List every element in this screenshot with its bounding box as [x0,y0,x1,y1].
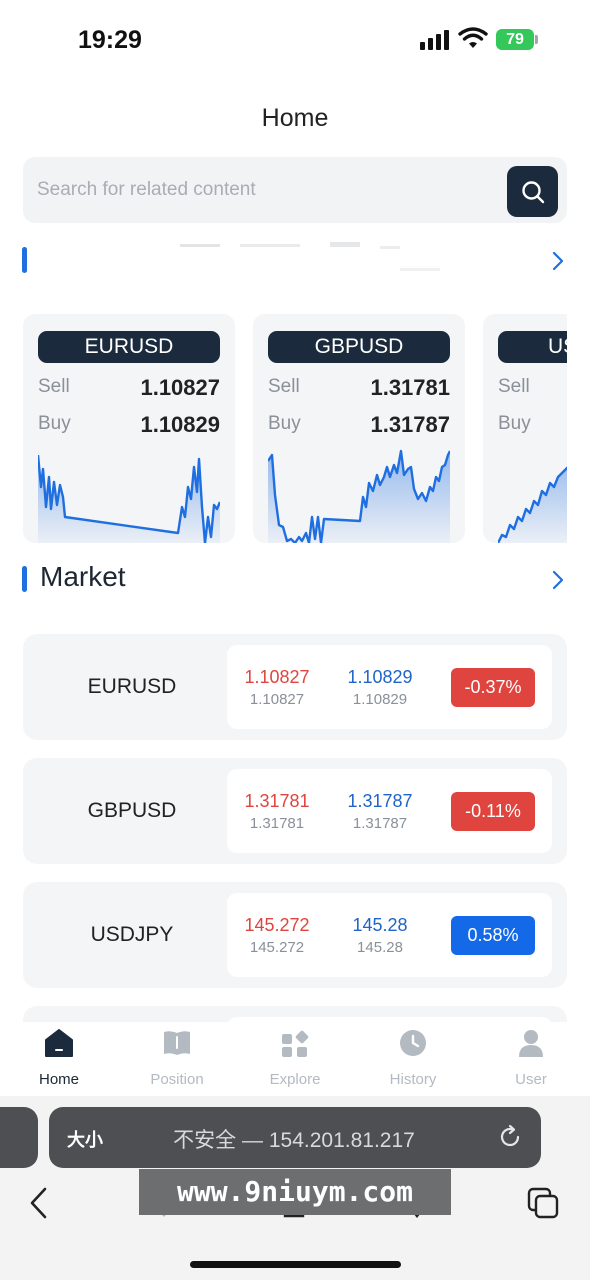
market-symbol: EURUSD [87,675,177,698]
sell-price: 1.31781 [370,375,450,400]
market-row-gbpusd[interactable]: GBPUSD 1.31781 1.31781 1.31787 1.31787 -… [23,758,567,864]
pair-symbol: EURUSD [38,331,220,363]
sell-price-sub: 1.31781 [249,815,305,832]
sell-label: Sell [268,376,300,397]
clock-icon [400,1030,426,1056]
buy-label: Buy [268,413,301,434]
tab-label: History [389,1071,437,1088]
tab-history[interactable]: History [354,1022,472,1096]
banner-blurred-text [40,240,540,276]
watermark: www.9niuym.com [139,1169,451,1215]
user-icon [519,1030,543,1057]
status-bar: 19:29 79 [0,0,590,80]
banner-more-chevron-icon[interactable] [548,250,568,272]
previous-tab-stub[interactable] [0,1107,38,1168]
buy-price: 145.28 [352,915,408,935]
buy-price-sub: 1.31787 [352,815,408,832]
tab-label: Home [38,1071,79,1088]
market-symbol: GBPUSD [87,799,177,822]
search-input[interactable] [37,170,497,210]
page-title: Home [261,104,329,132]
banner-accent-bar [22,247,27,273]
tabs-overview-icon[interactable] [526,1186,560,1220]
sparkline-chart [498,466,567,543]
buy-price: 1.31787 [370,412,450,437]
battery-tip [535,35,538,44]
change-badge: -0.37% [451,668,535,707]
quote-box: 1.10827 1.10827 1.10829 1.10829 -0.37% [227,645,552,729]
buy-price: 1.31787 [347,791,413,811]
sell-price: 1.10827 [244,667,310,687]
back-chevron-icon[interactable] [26,1186,52,1220]
tab-position[interactable]: Position [118,1022,236,1096]
change-badge: 0.58% [451,916,535,955]
status-time: 19:29 [78,26,142,54]
tab-label: User [515,1071,547,1088]
pair-card-partial[interactable]: US Sell Buy [483,314,567,543]
explore-icon [282,1030,309,1057]
sparkline-chart [38,454,220,543]
home-indicator[interactable] [190,1261,401,1268]
tab-user[interactable]: User [472,1022,590,1096]
search-button[interactable] [507,166,558,217]
market-row-eurusd[interactable]: EURUSD 1.10827 1.10827 1.10829 1.10829 -… [23,634,567,740]
battery-icon: 79 [496,29,534,50]
tab-home[interactable]: Home [0,1022,118,1096]
book-icon [164,1031,190,1055]
market-more-chevron-icon[interactable] [548,569,568,591]
buy-label: Buy [38,413,71,434]
home-icon [45,1029,73,1057]
pair-card-eurusd[interactable]: EURUSD Sell 1.10827 Buy 1.10829 [23,314,235,543]
address-text: 不安全 — 154.201.81.217 [173,1129,415,1152]
tab-label: Position [150,1071,204,1088]
sell-price-sub: 1.10827 [249,691,305,708]
pair-cards-row: EURUSD Sell 1.10827 Buy 1.10829 GBPUSD S… [23,314,567,544]
sell-price: 145.272 [244,915,310,935]
cellular-signal-icon [420,30,450,50]
sell-price: 1.31781 [244,791,310,811]
market-title: Market [40,561,126,592]
sell-label: Sell [498,376,530,397]
search-icon [521,180,544,203]
pair-symbol: US [498,331,567,363]
tab-label: Explore [269,1071,321,1088]
buy-price: 1.10829 [347,667,413,687]
text-size-button[interactable]: 大小 [67,1126,103,1152]
reload-icon[interactable] [497,1124,523,1150]
buy-label: Buy [498,413,531,434]
search-bar [23,157,567,223]
buy-price: 1.10829 [140,412,220,437]
pair-card-gbpusd[interactable]: GBPUSD Sell 1.31781 Buy 1.31787 [253,314,465,543]
market-accent-bar [22,566,27,592]
address-bar[interactable]: 大小 不安全 — 154.201.81.217 [49,1107,541,1168]
quote-box: 145.272 145.272 145.28 145.28 0.58% [227,893,552,977]
market-symbol: USDJPY [90,923,174,946]
sell-label: Sell [38,376,70,397]
wifi-icon [458,27,488,48]
bottom-tab-bar: Home Position Explore History User [0,1022,590,1096]
sparkline-chart [268,449,450,543]
sell-price: 1.10827 [140,375,220,400]
buy-price-sub: 145.28 [357,939,403,956]
quote-box: 1.31781 1.31781 1.31787 1.31787 -0.11% [227,769,552,853]
buy-price-sub: 1.10829 [352,691,408,708]
market-row-usdjpy[interactable]: USDJPY 145.272 145.272 145.28 145.28 0.5… [23,882,567,988]
sell-price-sub: 145.272 [249,939,305,956]
tab-explore[interactable]: Explore [236,1022,354,1096]
pair-symbol: GBPUSD [268,331,450,363]
change-badge: -0.11% [451,792,535,831]
